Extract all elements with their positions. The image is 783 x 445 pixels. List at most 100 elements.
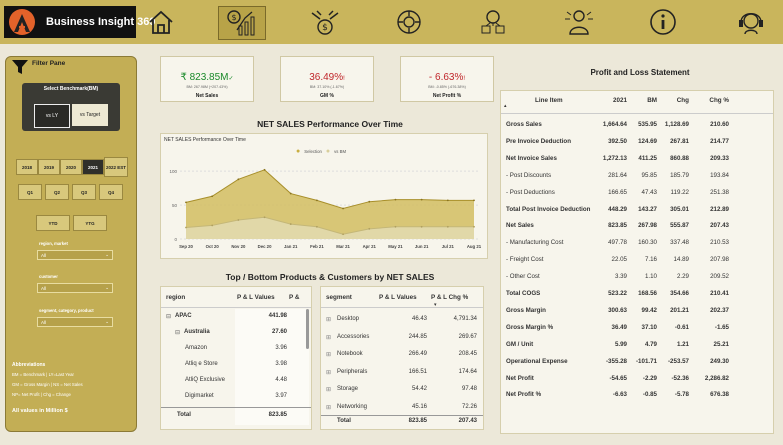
- expand-collapse-icon[interactable]: ⊟: [166, 313, 171, 320]
- segment-row-value: 166.51: [408, 368, 427, 375]
- nav-info-button[interactable]: [640, 6, 686, 38]
- pl-cell-value: 210.53: [710, 239, 729, 247]
- finance-chart-icon: $: [227, 10, 255, 36]
- scrollbar[interactable]: [306, 309, 309, 349]
- segment-row-label[interactable]: Notebook: [337, 351, 363, 357]
- nav-executive-button[interactable]: [556, 6, 602, 38]
- pl-cell-value: 2,286.82: [704, 374, 729, 382]
- segment-filter-dropdown[interactable]: All ⌄: [37, 317, 113, 327]
- region-filter-dropdown[interactable]: All ⌄: [37, 250, 113, 260]
- sales-icon: $: [311, 10, 339, 35]
- column-header-2021[interactable]: 2021: [595, 97, 627, 104]
- expand-icon[interactable]: ⊞: [326, 334, 331, 341]
- region-row-label[interactable]: AtliQ Exclusive: [185, 377, 225, 383]
- quarter-chip-q4[interactable]: Q4: [99, 184, 123, 200]
- segment-row-label[interactable]: Storage: [337, 386, 358, 392]
- region-row-label[interactable]: Atliq e Store: [185, 361, 218, 367]
- region-row-label[interactable]: Amazon: [185, 345, 207, 351]
- benchmark-vs-target-button[interactable]: vs Target: [72, 104, 108, 126]
- pl-statement-title: Profit and Loss Statement: [590, 68, 690, 77]
- pl-line-item: Total COGS: [506, 290, 541, 297]
- nav-marketing-button[interactable]: [386, 6, 432, 38]
- region-row-label[interactable]: Australia: [184, 329, 210, 335]
- alert-icon: !: [463, 76, 466, 82]
- expand-icon[interactable]: ⊞: [326, 369, 331, 376]
- quarter-chip-q1[interactable]: Q1: [18, 184, 42, 200]
- pl-cell-value: 47.43: [641, 188, 657, 196]
- pl-cell-value: 7.16: [644, 256, 657, 264]
- pl-cell-value: 207.98: [710, 256, 729, 264]
- segment-row-label[interactable]: Peripherals: [337, 369, 367, 375]
- total-divider: [321, 415, 483, 416]
- year-chip-2022-est[interactable]: 2022 EST: [104, 157, 128, 177]
- year-chip-2020[interactable]: 2020: [60, 159, 82, 175]
- customer-filter-label: customer: [39, 274, 58, 279]
- column-header-line-item[interactable]: Line Item: [535, 97, 563, 104]
- expand-collapse-icon[interactable]: ⊟: [175, 329, 180, 336]
- quarter-chip-q2[interactable]: Q2: [45, 184, 69, 200]
- pl-cell-value: 193.84: [710, 171, 729, 179]
- segment-row-label[interactable]: Accessories: [337, 334, 369, 340]
- pl-line-item: Gross Margin %: [506, 323, 554, 331]
- data-point: [394, 198, 397, 201]
- x-tick-label: Apr 21: [363, 244, 377, 249]
- pl-line-item: Net Invoice Sales: [506, 154, 557, 162]
- pl-cell-value: 1,128.69: [664, 121, 689, 128]
- expand-icon[interactable]: ⊞: [326, 404, 331, 411]
- pl-cell-value: 185.79: [670, 171, 689, 179]
- sort-ascending-icon[interactable]: ▴: [504, 103, 507, 109]
- pl-table-row: Net Invoice Sales 1,272.13 411.25 860.88 209…: [501, 150, 773, 167]
- pl-line-item: Gross Margin: [506, 306, 546, 314]
- segment-row-label[interactable]: Networking: [337, 404, 367, 410]
- ytg-chip[interactable]: YTG: [73, 215, 107, 231]
- pl-cell-value: 411.25: [638, 154, 657, 162]
- pl-cell-value: 4.79: [644, 340, 657, 348]
- customer-filter-dropdown[interactable]: All ⌄: [37, 283, 113, 293]
- column-header-region[interactable]: region: [166, 294, 185, 301]
- column-header-pl-values[interactable]: P & L Values: [237, 294, 275, 301]
- column-header-pl-chg-pct[interactable]: P & L Chg %: [431, 294, 468, 301]
- region-row-label[interactable]: APAC: [175, 313, 192, 319]
- nav-support-button[interactable]: [728, 6, 774, 38]
- data-point: [342, 207, 344, 210]
- pl-line-item: Pre Invoice Deduction: [506, 137, 571, 145]
- pl-cell-value: 210.41: [710, 290, 729, 297]
- pl-cell-value: 210.60: [710, 121, 729, 128]
- nav-supply-chain-button[interactable]: [470, 6, 516, 38]
- segment-row-value: 244.85: [408, 333, 427, 340]
- column-header-pl-values[interactable]: P & L Values: [379, 294, 417, 301]
- expand-icon[interactable]: ⊞: [326, 386, 331, 393]
- benchmark-vs-ly-button[interactable]: vs LY: [34, 104, 70, 128]
- quarter-chip-q3[interactable]: Q3: [72, 184, 96, 200]
- pl-cell-value: -6.63: [612, 391, 627, 399]
- column-header-chg[interactable]: Chg: [659, 97, 689, 104]
- column-header-segment[interactable]: segment: [326, 294, 352, 301]
- segment-row-label[interactable]: Desktop: [337, 316, 359, 322]
- column-header-pl-chg[interactable]: P &: [289, 294, 299, 301]
- segment-row-chg: 269.67: [458, 333, 477, 340]
- pl-cell-value: 124.69: [638, 137, 657, 145]
- column-header-bm[interactable]: BM: [627, 97, 657, 104]
- year-chip-2018[interactable]: 2018: [16, 159, 38, 175]
- pl-cell-value: 300.63: [608, 306, 627, 314]
- values-unit-note: All values in Million $: [12, 408, 68, 414]
- expand-icon[interactable]: ⊞: [326, 316, 331, 323]
- year-chip-2019[interactable]: 2019: [38, 159, 60, 175]
- kpi-value: ₹ 823.85M✓: [180, 72, 234, 83]
- column-header-chg-pct[interactable]: Chg %: [699, 97, 729, 104]
- nav-sales-button[interactable]: $: [302, 6, 348, 38]
- data-point: [316, 199, 318, 202]
- x-tick-label: Dec 20: [258, 244, 272, 249]
- segment-row-value: 266.49: [408, 351, 427, 357]
- region-row-label[interactable]: Digimarket: [185, 393, 214, 399]
- year-chip-2021[interactable]: 2021: [82, 159, 104, 175]
- ytd-chip[interactable]: YTD: [36, 215, 70, 231]
- pl-cell-value: -101.71: [636, 357, 657, 365]
- y-tick-label: 100: [169, 169, 177, 174]
- nav-finance-button[interactable]: $: [218, 6, 266, 40]
- data-point: [289, 223, 292, 225]
- pl-cell-value: 202.37: [710, 306, 729, 314]
- nav-home-button[interactable]: [138, 6, 184, 38]
- expand-icon[interactable]: ⊞: [326, 351, 331, 358]
- pl-table-row: Net Profit -54.65 -2.29 -52.36 2,286.82: [501, 370, 773, 387]
